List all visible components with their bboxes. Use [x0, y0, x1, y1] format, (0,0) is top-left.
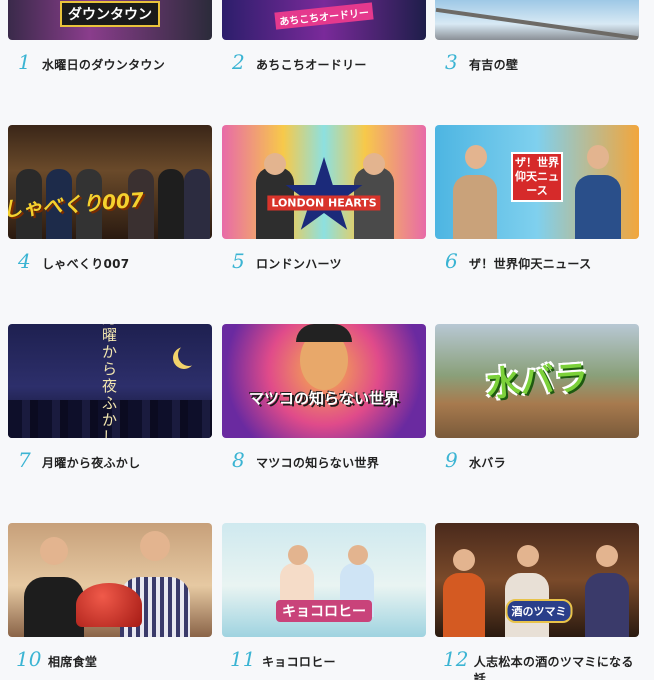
- program-card-1[interactable]: ダウンタウン 1 水曜日のダウンタウン: [8, 0, 212, 76]
- program-thumbnail[interactable]: 水バラ: [435, 324, 639, 438]
- program-thumbnail[interactable]: 酒のツマミ: [435, 523, 639, 637]
- program-thumbnail[interactable]: キョコロヒー: [222, 523, 426, 637]
- program-title[interactable]: しゃべくり007: [42, 255, 129, 272]
- program-card-3[interactable]: 3 有吉の壁: [435, 0, 639, 76]
- program-title[interactable]: 水曜日のダウンタウン: [42, 56, 165, 73]
- rank-number: 1: [18, 50, 31, 74]
- program-title[interactable]: 月曜から夜ふかし: [42, 454, 140, 471]
- program-card-9[interactable]: 水バラ 9 水バラ: [435, 324, 639, 474]
- program-title[interactable]: ロンドンハーツ: [256, 255, 342, 272]
- program-thumbnail[interactable]: しゃべくり007: [8, 125, 212, 239]
- program-logo: 月曜から夜ふかし: [102, 324, 118, 438]
- program-card-6[interactable]: ザ！世界仰天ニュース 6 ザ！世界仰天ニュース: [435, 125, 639, 275]
- program-thumbnail[interactable]: 月曜から夜ふかし: [8, 324, 212, 438]
- rank-number: 8: [232, 448, 245, 472]
- program-logo: キョコロヒー: [276, 600, 372, 622]
- program-title[interactable]: 有吉の壁: [469, 56, 518, 73]
- moon-icon: [178, 344, 200, 366]
- program-thumbnail[interactable]: [8, 523, 212, 637]
- program-logo: マツコの知らない世界: [248, 389, 400, 408]
- program-title[interactable]: 水バラ: [469, 454, 506, 471]
- program-thumbnail[interactable]: ダウンタウン: [8, 0, 212, 40]
- rank-number: 7: [18, 448, 31, 472]
- rank-number: 12: [443, 647, 469, 671]
- program-title[interactable]: ザ！世界仰天ニュース: [469, 255, 591, 272]
- program-title[interactable]: キョコロヒー: [262, 653, 336, 670]
- program-title[interactable]: 相席食堂: [48, 653, 97, 670]
- rank-number: 9: [445, 448, 458, 472]
- program-card-10[interactable]: 10 相席食堂: [8, 523, 212, 673]
- program-card-11[interactable]: キョコロヒー 11 キョコロヒー: [222, 523, 426, 673]
- rank-number: 2: [232, 50, 245, 74]
- rank-number: 10: [16, 647, 42, 671]
- program-card-2[interactable]: あちこちオードリー 2 あちこちオードリー: [222, 0, 426, 76]
- program-thumbnail[interactable]: LONDON HEARTS: [222, 125, 426, 239]
- rank-number: 4: [18, 249, 31, 273]
- rank-number: 3: [445, 50, 458, 74]
- program-card-8[interactable]: マツコの知らない世界 8 マツコの知らない世界: [222, 324, 426, 474]
- program-title[interactable]: 人志松本の酒のツマミになる話: [474, 653, 639, 680]
- program-logo: LONDON HEARTS: [267, 195, 381, 211]
- rank-number: 5: [232, 249, 245, 273]
- program-thumbnail[interactable]: あちこちオードリー: [222, 0, 426, 40]
- rank-number: 6: [445, 249, 458, 273]
- program-logo: 酒のツマミ: [505, 599, 573, 623]
- bell-icon: [76, 583, 142, 627]
- program-card-5[interactable]: LONDON HEARTS 5 ロンドンハーツ: [222, 125, 426, 275]
- program-logo: ダウンタウン: [60, 1, 160, 27]
- rank-number: 11: [230, 647, 256, 671]
- program-card-12[interactable]: 酒のツマミ 12 人志松本の酒のツマミになる話: [435, 523, 639, 680]
- program-logo: ザ！世界仰天ニュース: [511, 152, 563, 202]
- program-card-4[interactable]: しゃべくり007 4 しゃべくり007: [8, 125, 212, 275]
- program-thumbnail[interactable]: [435, 0, 639, 40]
- program-title[interactable]: マツコの知らない世界: [256, 454, 379, 471]
- program-logo: あちこちオードリー: [274, 2, 374, 30]
- program-thumbnail[interactable]: マツコの知らない世界: [222, 324, 426, 438]
- program-logo: 水バラ: [484, 357, 590, 406]
- program-thumbnail[interactable]: ザ！世界仰天ニュース: [435, 125, 639, 239]
- program-title[interactable]: あちこちオードリー: [256, 56, 367, 73]
- program-card-7[interactable]: 月曜から夜ふかし 7 月曜から夜ふかし: [8, 324, 212, 474]
